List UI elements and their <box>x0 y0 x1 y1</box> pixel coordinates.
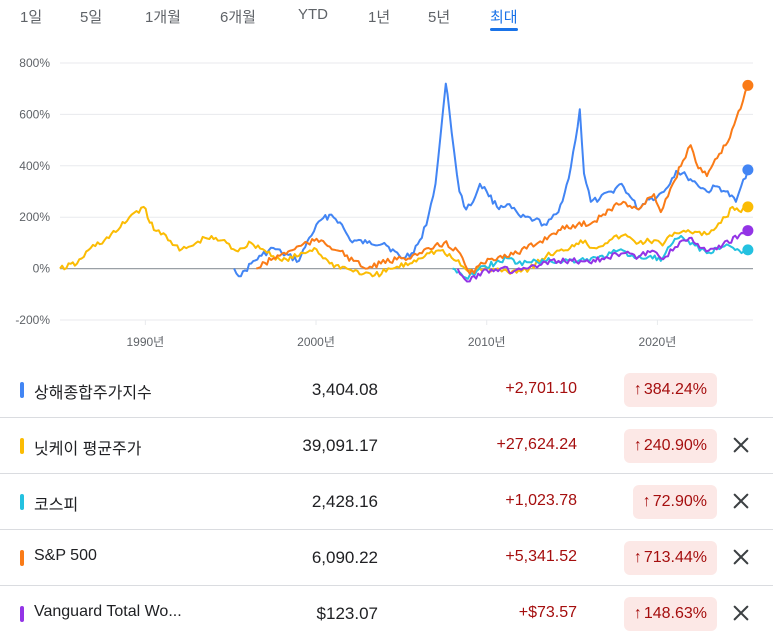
change-value: +5,341.52 <box>505 548 577 565</box>
percent-change-badge: ↑ 384.24% <box>623 373 717 407</box>
range-tabs: 1일 5일 1개월 6개월 YTD 1년 5년 최대 <box>0 0 773 34</box>
price-value: 3,404.08 <box>311 380 378 399</box>
ticker-name: 닛케이 평균주가 <box>34 441 142 458</box>
close-icon[interactable] <box>729 601 753 625</box>
ticker-name: 상해종합주가지수 <box>34 385 152 402</box>
close-icon[interactable] <box>729 433 753 457</box>
x-tick-label: 2010년 <box>468 335 506 349</box>
y-tick-label: 400% <box>19 159 50 173</box>
price-value: 39,091.17 <box>302 436 378 455</box>
list-item[interactable]: 닛케이 평균주가 39,091.17 +27,624.24 ↑ 240.90% <box>0 418 773 474</box>
percent-change-value: 240.90% <box>643 437 707 454</box>
percent-change-badge: ↑ 713.44% <box>623 541 717 575</box>
close-icon[interactable] <box>729 489 753 513</box>
tab-5d[interactable]: 5일 <box>80 6 102 27</box>
list-item[interactable]: S&P 500 6,090.22 +5,341.52 ↑ 713.44% <box>0 530 773 586</box>
arrow-up-icon: ↑ <box>633 605 642 622</box>
tab-label: 5년 <box>428 9 451 26</box>
series-end-point <box>742 225 754 237</box>
series-color-swatch <box>20 606 24 622</box>
y-tick-label: 800% <box>19 56 50 70</box>
tab-label: 1년 <box>368 9 391 26</box>
tab-label: 최대 <box>490 9 518 26</box>
arrow-up-icon: ↑ <box>642 493 651 510</box>
x-tick-label: 1990년 <box>126 335 164 349</box>
series-color-swatch <box>20 382 24 398</box>
arrow-up-icon: ↑ <box>633 437 642 454</box>
change-value: +$73.57 <box>518 604 577 621</box>
percent-change-badge: ↑ 148.63% <box>623 597 717 631</box>
list-item[interactable]: 코스피 2,428.16 +1,023.78 ↑ 72.90% <box>0 474 773 530</box>
percent-change-badge: ↑ 72.90% <box>632 485 717 519</box>
ticker-name: S&P 500 <box>34 547 97 564</box>
series-end-point <box>742 79 754 91</box>
series-color-swatch <box>20 494 24 510</box>
arrow-up-icon: ↑ <box>633 381 642 398</box>
change-value: +2,701.10 <box>505 380 577 397</box>
tab-1m[interactable]: 1개월 <box>145 6 181 27</box>
comparison-chart[interactable]: 800% 600% 400% 200% 0% -200% 1990년 2000년 2010년 20… <box>0 50 773 360</box>
series-color-swatch <box>20 438 24 454</box>
series-line <box>255 85 749 275</box>
series-line <box>233 82 749 278</box>
y-tick-label: 200% <box>19 210 50 224</box>
percent-change-value: 713.44% <box>643 549 707 566</box>
close-icon[interactable] <box>729 545 753 569</box>
tab-label: YTD <box>298 6 328 23</box>
price-value: 2,428.16 <box>311 492 378 511</box>
tab-6m[interactable]: 6개월 <box>220 6 256 27</box>
active-tab-indicator <box>490 28 518 31</box>
tab-label: 1개월 <box>145 9 181 26</box>
tab-max[interactable]: 최대 <box>490 6 518 31</box>
price-value: $123.07 <box>316 604 378 623</box>
ticker-name: Vanguard Total Wo... <box>34 603 182 620</box>
percent-change-value: 384.24% <box>643 381 707 398</box>
change-value: +1,023.78 <box>505 492 577 509</box>
tab-label: 5일 <box>80 9 103 26</box>
tab-label: 6개월 <box>220 9 256 26</box>
x-tick-label: 2000년 <box>297 335 335 349</box>
list-item[interactable]: 상해종합주가지수 3,404.08 +2,701.10 ↑ 384.24% <box>0 362 773 418</box>
ticker-name: 코스피 <box>34 497 79 514</box>
change-value: +27,624.24 <box>496 436 577 453</box>
price-value: 6,090.22 <box>311 548 378 567</box>
list-item[interactable]: Vanguard Total Wo... $123.07 +$73.57 ↑ 14… <box>0 586 773 642</box>
percent-change-badge: ↑ 240.90% <box>623 429 717 463</box>
series-end-point <box>742 164 754 176</box>
tab-1d[interactable]: 1일 <box>20 6 42 27</box>
tab-label: 1일 <box>20 9 43 26</box>
tab-5y[interactable]: 5년 <box>428 6 450 27</box>
y-tick-label: 0% <box>33 262 51 276</box>
series-end-point <box>742 244 754 256</box>
y-tick-label: 600% <box>19 107 50 121</box>
series-end-point <box>742 201 754 213</box>
tab-ytd[interactable]: YTD <box>298 6 328 23</box>
tab-1y[interactable]: 1년 <box>368 6 390 27</box>
y-tick-label: -200% <box>15 313 50 327</box>
chart-svg[interactable]: 800% 600% 400% 200% 0% -200% 1990년 2000년 2010년 20… <box>0 50 773 360</box>
percent-change-value: 148.63% <box>643 605 707 622</box>
series-color-swatch <box>20 550 24 566</box>
x-tick-label: 2020년 <box>639 335 677 349</box>
arrow-up-icon: ↑ <box>633 549 642 566</box>
percent-change-value: 72.90% <box>652 493 707 510</box>
